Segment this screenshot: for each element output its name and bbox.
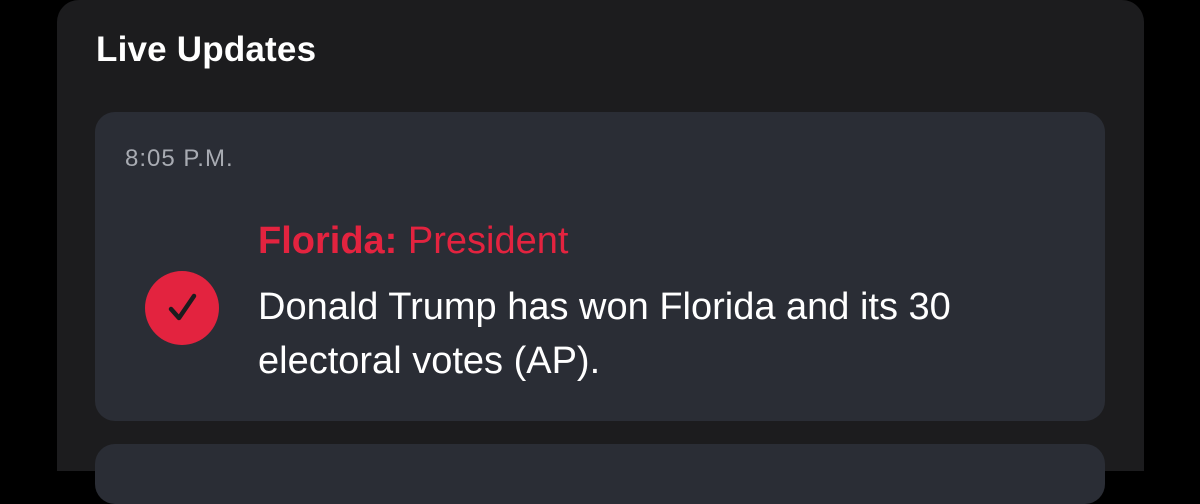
panel-title: Live Updates bbox=[96, 30, 317, 69]
race-state: Florida: bbox=[258, 220, 398, 262]
update-timestamp: 8:05 P.M. bbox=[125, 145, 234, 172]
live-updates-panel: Live Updates 8:05 P.M. Florida: Presiden… bbox=[57, 0, 1144, 504]
next-update-card[interactable] bbox=[95, 444, 1105, 504]
check-circle-icon bbox=[145, 271, 219, 345]
race-heading: Florida: President bbox=[258, 220, 568, 263]
update-text: Donald Trump has won Florida and its 30 … bbox=[258, 286, 951, 382]
update-card[interactable]: 8:05 P.M. Florida: President Donald Trum… bbox=[95, 112, 1105, 421]
race-office: President bbox=[407, 220, 569, 262]
